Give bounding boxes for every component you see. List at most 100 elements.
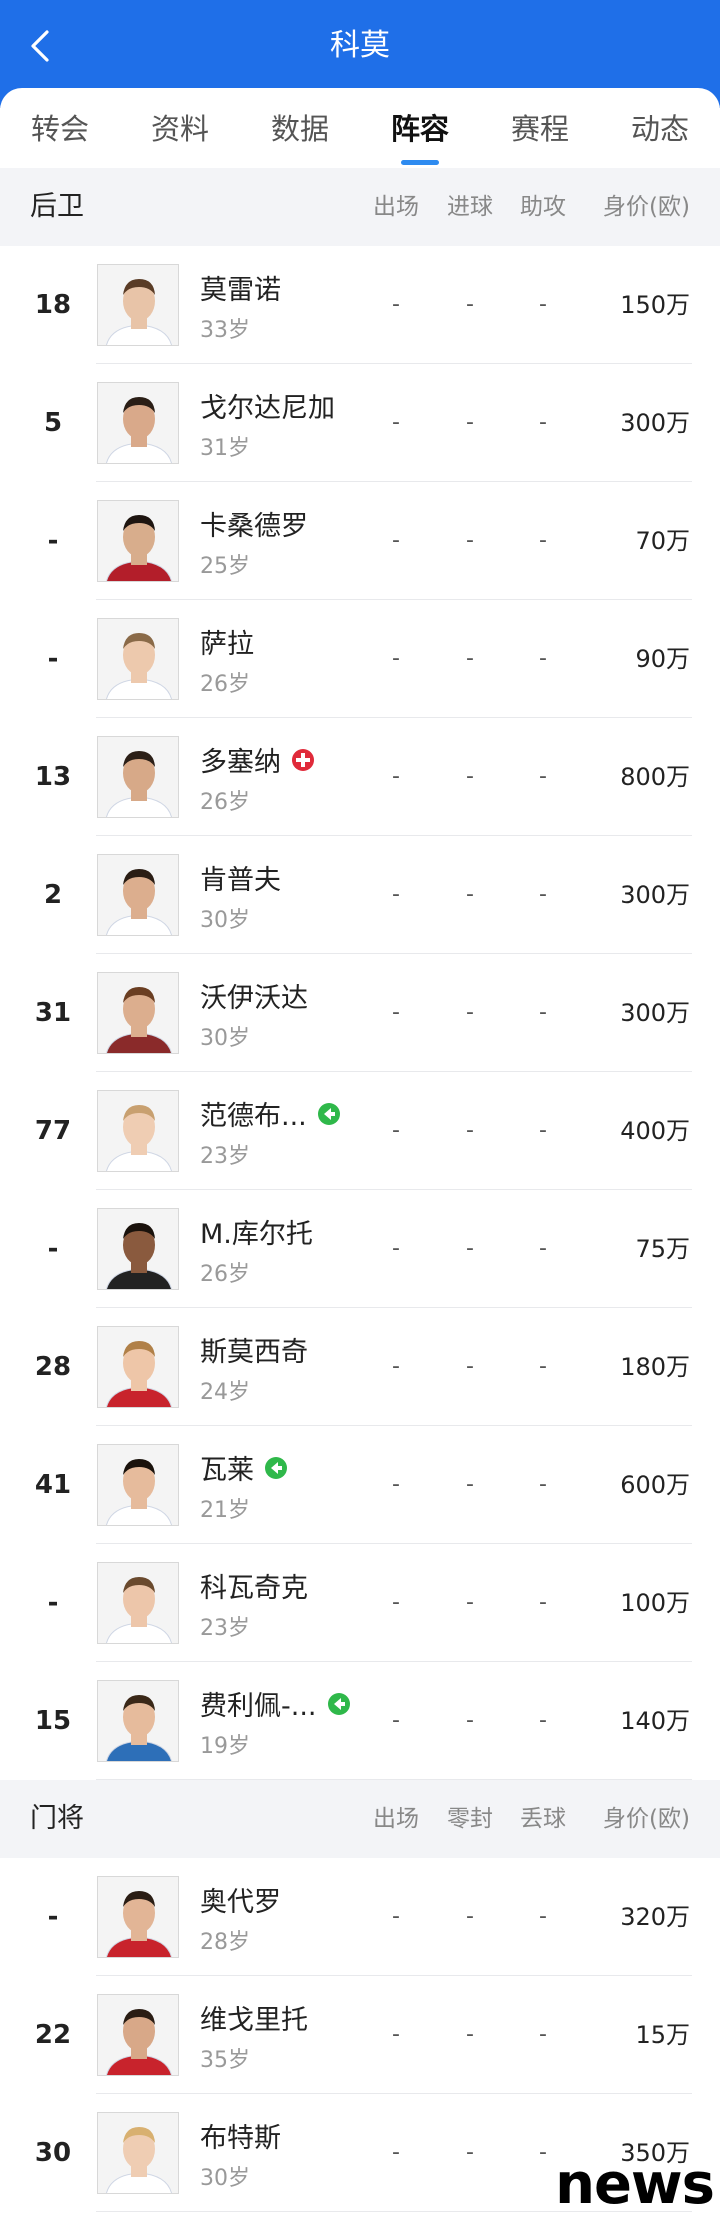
column-header: 进球 (447, 194, 493, 220)
player-row[interactable]: 31 沃伊沃达 30岁 - - -300万 (0, 954, 720, 1072)
player-name: 范德布... (200, 1101, 307, 1132)
market-value: 800万 (620, 763, 690, 791)
shirt-number: - (47, 644, 59, 674)
player-name: 戈尔达尼加 (200, 393, 335, 424)
player-row[interactable]: - 科瓦奇克 23岁 - - -100万 (0, 1544, 720, 1662)
column-header: 出场 (373, 1806, 419, 1832)
market-value: 70万 (635, 527, 690, 555)
player-age: 19岁 (200, 1734, 250, 1759)
player-avatar (97, 854, 179, 936)
shirt-number: 2 (43, 880, 63, 910)
player-age: 30岁 (200, 1026, 250, 1051)
shirt-number: 13 (34, 762, 72, 792)
stat-cell: - (392, 764, 400, 789)
player-photo-icon (98, 1563, 178, 1643)
section-title: 后卫 (30, 191, 84, 222)
player-photo-icon (98, 737, 178, 817)
player-name: 瓦莱 (200, 1455, 254, 1486)
player-name: 肯普夫 (200, 865, 281, 896)
player-avatar (97, 618, 179, 700)
player-age: 30岁 (200, 2166, 250, 2191)
player-photo-icon (98, 1091, 178, 1171)
player-name-line: 奥代罗 (200, 1880, 281, 1919)
active-tab-indicator (401, 160, 439, 165)
shirt-number: 77 (34, 1116, 72, 1146)
player-row[interactable]: 22 维戈里托 35岁 - - -15万 (0, 1976, 720, 2094)
tab-squad[interactable]: 阵容 (370, 106, 470, 148)
column-header-value: 身价(欧) (603, 1806, 690, 1832)
stat-cell: - (392, 528, 400, 553)
player-name: 布特斯 (200, 2123, 281, 2154)
shirt-number: - (47, 1234, 59, 1264)
player-photo-icon (98, 973, 178, 1053)
player-photo-icon (98, 1209, 178, 1289)
tab-news[interactable]: 动态 (610, 106, 710, 148)
player-age: 35岁 (200, 2048, 250, 2073)
player-row[interactable]: 15 费利佩-... 19岁 - - -140万 (0, 1662, 720, 1780)
player-name: 费利佩-... (200, 1691, 317, 1722)
shirt-number: 15 (34, 1706, 72, 1736)
loan-icon (327, 1692, 350, 1715)
player-row[interactable]: 41 瓦莱 21岁 - - -600万 (0, 1426, 720, 1544)
player-age: 23岁 (200, 1144, 250, 1169)
player-photo-icon (98, 2113, 178, 2193)
stat-cell: - (466, 764, 474, 789)
market-value: 180万 (620, 1353, 690, 1381)
market-value: 75万 (635, 1235, 690, 1263)
page-title: 科莫 (330, 28, 390, 63)
player-row[interactable]: - 萨拉 26岁 - - -90万 (0, 600, 720, 718)
stat-cell: - (392, 1354, 400, 1379)
player-age: 26岁 (200, 672, 250, 697)
player-age: 28岁 (200, 1930, 250, 1955)
player-row[interactable]: 13 多塞纳 26岁 - - -800万 (0, 718, 720, 836)
shirt-number: 28 (34, 1352, 72, 1382)
player-row[interactable]: 77 范德布... 23岁 - - -400万 (0, 1072, 720, 1190)
column-header-value: 身价(欧) (603, 194, 690, 220)
stat-cell: - (392, 646, 400, 671)
player-age: 26岁 (200, 1262, 250, 1287)
tab-stats[interactable]: 数据 (250, 106, 350, 148)
market-value: 320万 (620, 1903, 690, 1931)
player-name: 多塞纳 (200, 747, 281, 778)
section-header: 门将 出场 零封 丢球 身价(欧) (0, 1780, 720, 1858)
player-age: 26岁 (200, 790, 250, 815)
stat-cell: - (466, 410, 474, 435)
player-avatar (97, 500, 179, 582)
player-name-line: 多塞纳 (200, 740, 315, 779)
stat-cell: - (466, 1590, 474, 1615)
player-name: 科瓦奇克 (200, 1573, 308, 1604)
shirt-number: - (47, 526, 59, 556)
player-name: 莫雷诺 (200, 275, 281, 306)
player-avatar (97, 736, 179, 818)
player-name: 斯莫西奇 (200, 1337, 308, 1368)
tab-transfer[interactable]: 转会 (10, 106, 110, 148)
player-row[interactable]: - 卡桑德罗 25岁 - - -70万 (0, 482, 720, 600)
stat-cell: - (392, 2140, 400, 2165)
market-value: 100万 (620, 1589, 690, 1617)
stat-cell: - (466, 1354, 474, 1379)
market-value: 15万 (635, 2021, 690, 2049)
stat-cell: - (392, 1590, 400, 1615)
player-avatar (97, 1208, 179, 1290)
player-row[interactable]: - 奥代罗 28岁 - - -320万 (0, 1858, 720, 1976)
stat-cell: - (392, 1472, 400, 1497)
player-row[interactable]: - M.库尔托 26岁 - - -75万 (0, 1190, 720, 1308)
player-row[interactable]: 18 莫雷诺 33岁 - - -150万 (0, 246, 720, 364)
player-name-line: 斯莫西奇 (200, 1330, 308, 1369)
tab-schedule[interactable]: 赛程 (490, 106, 590, 148)
player-row[interactable]: 28 斯莫西奇 24岁 - - -180万 (0, 1308, 720, 1426)
player-name-line: 瓦莱 (200, 1448, 288, 1487)
player-avatar (97, 1876, 179, 1958)
tab-profile[interactable]: 资料 (130, 106, 230, 148)
player-photo-icon (98, 265, 178, 345)
shirt-number: 30 (34, 2138, 72, 2168)
player-row[interactable]: 5 戈尔达尼加 31岁 - - -300万 (0, 364, 720, 482)
player-age: 33岁 (200, 318, 250, 343)
stat-cell: - (466, 292, 474, 317)
player-row[interactable]: 2 肯普夫 30岁 - - -300万 (0, 836, 720, 954)
market-value: 140万 (620, 1707, 690, 1735)
player-avatar (97, 972, 179, 1054)
player-photo-icon (98, 1995, 178, 2075)
market-value: 400万 (620, 1117, 690, 1145)
column-header: 零封 (447, 1806, 493, 1832)
